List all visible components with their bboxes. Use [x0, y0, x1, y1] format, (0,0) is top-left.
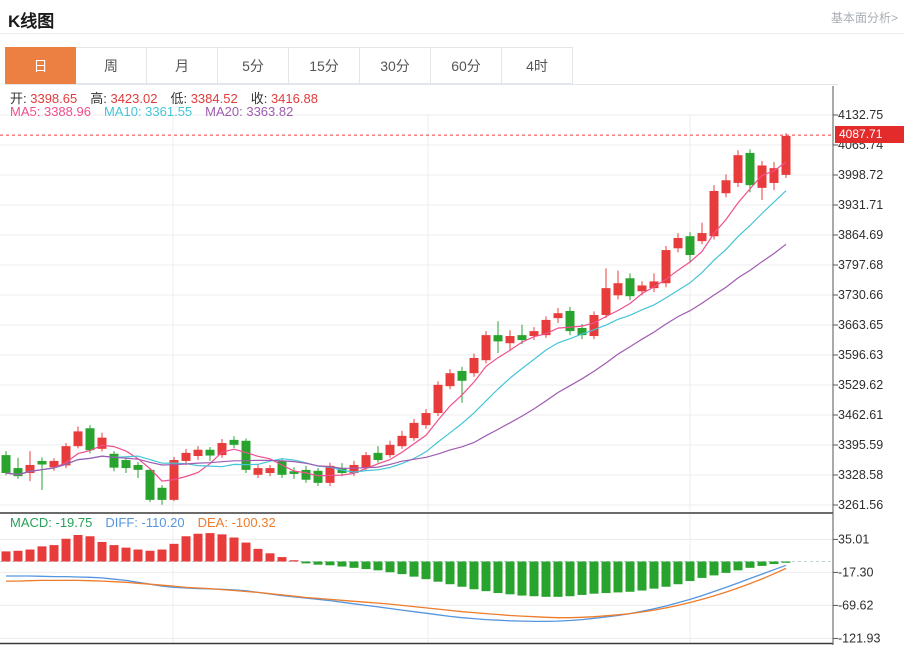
tab-week[interactable]: 周 — [76, 47, 147, 84]
ma10-label: MA10: — [103, 104, 146, 119]
ma20-readout-item: MA20: 3363.82 — [205, 104, 293, 119]
kline-page: K线图 基本面分析> 日周月 5分 15分 30分 60分 4时 开: 3398.65 高:… — [0, 0, 904, 645]
svg-text:-69.62: -69.62 — [838, 598, 873, 612]
dea-value: -100.32 — [231, 515, 276, 530]
svg-text:3998.72: 3998.72 — [838, 168, 883, 182]
diff-readout-item: DIFF: -110.20 — [105, 515, 184, 530]
svg-text:3797.68: 3797.68 — [838, 258, 883, 272]
tab-60min[interactable]: 60分 — [431, 47, 502, 84]
ma10-value: 3361.55 — [145, 104, 193, 119]
dea-label: DEA: — [197, 515, 232, 530]
interval-tabbar: 日周月 5分 15分 30分 60分 4时 — [5, 47, 838, 85]
svg-text:3864.69: 3864.69 — [838, 228, 883, 242]
svg-text:3328.58: 3328.58 — [838, 468, 883, 482]
diff-label: DIFF: — [105, 515, 142, 530]
ma5-label: MA5: — [10, 104, 44, 119]
svg-text:3663.65: 3663.65 — [838, 318, 883, 332]
macd-readout: MACD: -19.75 DIFF: -110.20 DEA: -100.32 — [10, 515, 289, 530]
current-price-badge: 4087.71 — [835, 126, 904, 143]
svg-text:3730.66: 3730.66 — [838, 288, 883, 302]
tab-30min[interactable]: 30分 — [360, 47, 431, 84]
ma20-value: 3363.82 — [246, 104, 294, 119]
svg-text:3596.63: 3596.63 — [838, 348, 883, 362]
svg-text:3529.62: 3529.62 — [838, 378, 883, 392]
ma5-value: 3388.96 — [43, 104, 91, 119]
svg-text:35.01: 35.01 — [838, 532, 869, 546]
ma-readout: MA5: 3388.96 MA10: 3361.55 MA20: 3363.82 — [10, 104, 306, 119]
fundamental-analysis-link[interactable]: 基本面分析> — [831, 9, 898, 26]
svg-text:4132.75: 4132.75 — [838, 108, 883, 122]
kline-chart-canvas[interactable]: 4132.754065.743998.723931.713864.693797.… — [0, 86, 904, 512]
svg-text:-121.93: -121.93 — [838, 631, 880, 645]
page-header: K线图 基本面分析> — [0, 0, 904, 34]
tab-month[interactable]: 月 — [147, 47, 218, 84]
tab-day[interactable]: 日 — [5, 47, 76, 84]
ma5-readout-item: MA5: 3388.96 — [10, 104, 91, 119]
tab-4hour[interactable]: 4时 — [502, 47, 573, 84]
tab-15min[interactable]: 15分 — [289, 47, 360, 84]
macd-chart-canvas[interactable]: 35.01 -17.30 -69.62 -121.93 — [0, 512, 904, 645]
svg-text:-17.30: -17.30 — [838, 565, 873, 579]
ma10-readout-item: MA10: 3361.55 — [104, 104, 192, 119]
ma20-label: MA20: — [205, 104, 247, 119]
macd-value: -19.75 — [55, 515, 93, 530]
diff-value: -110.20 — [141, 515, 185, 530]
svg-text:3395.59: 3395.59 — [838, 438, 883, 452]
macd-readout-item: MACD: -19.75 — [10, 515, 92, 530]
dea-readout-item: DEA: -100.32 — [198, 515, 276, 530]
page-title: K线图 — [8, 12, 55, 31]
svg-text:3931.71: 3931.71 — [838, 198, 883, 212]
tab-5min[interactable]: 5分 — [218, 47, 289, 84]
macd-label: MACD: — [10, 515, 56, 530]
svg-text:3261.56: 3261.56 — [838, 498, 883, 512]
svg-text:3462.61: 3462.61 — [838, 408, 883, 422]
